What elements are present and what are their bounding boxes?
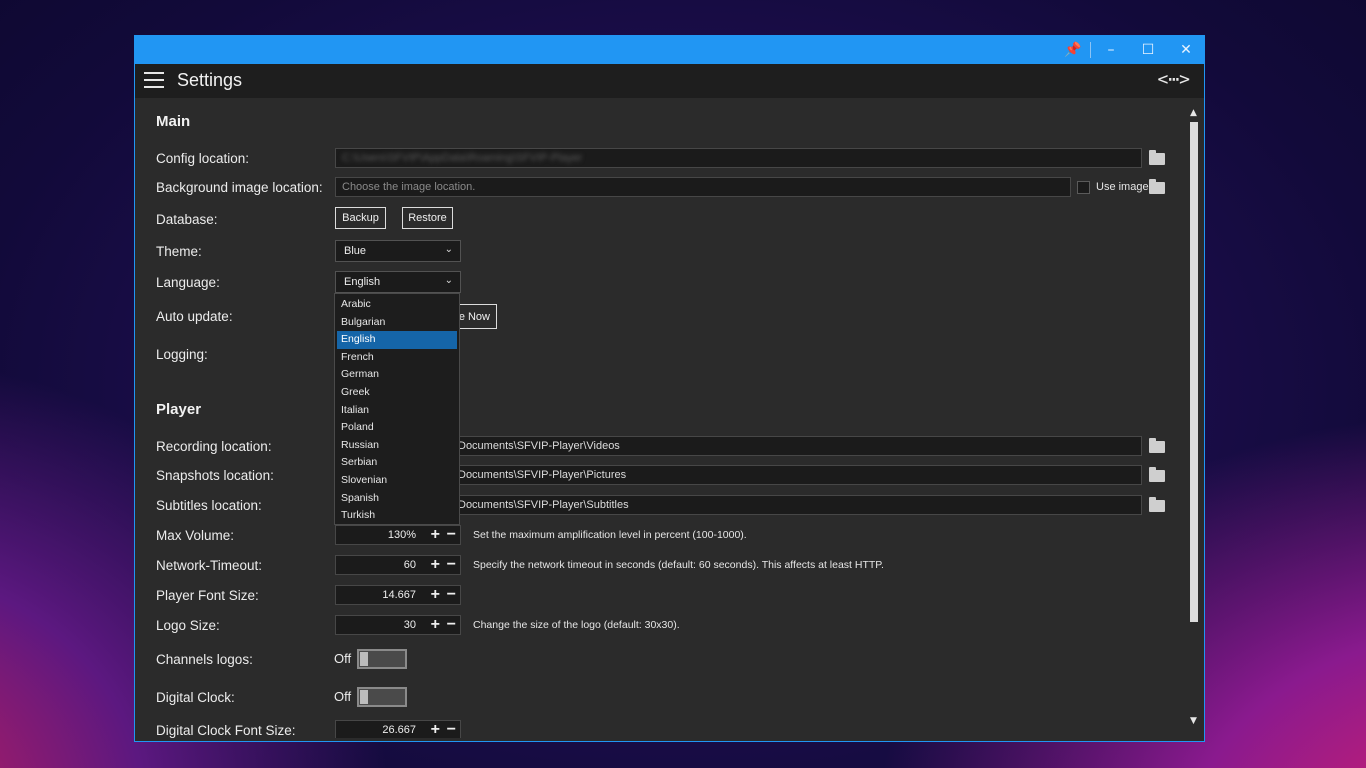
folder-icon[interactable]: [1149, 150, 1165, 165]
language-option[interactable]: Serbian: [337, 454, 457, 472]
plus-icon[interactable]: +: [431, 556, 440, 574]
scroll-up-arrow-icon[interactable]: ▲: [1190, 108, 1197, 118]
restore-button[interactable]: Restore: [402, 207, 453, 229]
player-font-size-label: Player Font Size:: [156, 588, 259, 603]
language-option[interactable]: French: [337, 349, 457, 367]
use-image-label: Use image: [1096, 181, 1149, 193]
language-option[interactable]: Greek: [337, 384, 457, 402]
language-option[interactable]: Poland: [337, 419, 457, 437]
use-image-checkbox[interactable]: [1077, 181, 1090, 194]
plus-icon[interactable]: +: [431, 526, 440, 544]
language-option-selected[interactable]: English: [337, 331, 457, 349]
digital-clock-state: Off: [334, 689, 352, 704]
language-label: Language:: [156, 275, 220, 290]
code-brackets-icon[interactable]: <⋯>: [1157, 69, 1190, 90]
title-bar: 📌 – ☐ ✕: [135, 36, 1204, 64]
subtitles-location-field[interactable]: Documents\SFVIP-Player\Subtitles: [453, 495, 1142, 515]
chevron-down-icon: ⌄: [444, 275, 453, 286]
background-image-label: Background image location:: [156, 180, 323, 195]
network-timeout-stepper[interactable]: 60 + −: [335, 555, 461, 575]
language-option[interactable]: Slovenian: [337, 472, 457, 490]
channels-logos-label: Channels logos:: [156, 652, 253, 667]
recording-location-label: Recording location:: [156, 439, 272, 454]
language-dropdown-list: Arabic Bulgarian English French German G…: [334, 293, 460, 525]
folder-icon[interactable]: [1149, 438, 1165, 453]
logo-size-hint: Change the size of the logo (default: 30…: [473, 619, 680, 631]
clock-font-size-stepper[interactable]: 26.667 + −: [335, 720, 461, 738]
maximize-icon[interactable]: ☐: [1130, 36, 1166, 64]
clock-font-size-label: Digital Clock Font Size:: [156, 723, 296, 738]
folder-icon[interactable]: [1149, 497, 1165, 512]
minimize-icon[interactable]: –: [1093, 36, 1129, 64]
snapshots-location-label: Snapshots location:: [156, 468, 274, 483]
channels-logos-toggle[interactable]: [357, 649, 407, 669]
config-location-label: Config location:: [156, 151, 250, 166]
theme-label: Theme:: [156, 244, 202, 259]
language-option[interactable]: Arabic: [337, 296, 457, 314]
max-volume-hint: Set the maximum amplification level in p…: [473, 529, 747, 541]
language-select[interactable]: English ⌄: [335, 271, 461, 293]
folder-icon[interactable]: [1149, 179, 1165, 194]
logo-size-label: Logo Size:: [156, 618, 220, 633]
hamburger-menu-icon[interactable]: [144, 72, 164, 89]
language-option[interactable]: Bulgarian: [337, 314, 457, 332]
plus-icon[interactable]: +: [431, 586, 440, 604]
settings-window: 📌 – ☐ ✕ Settings <⋯> Main Config locatio…: [134, 35, 1205, 742]
minus-icon[interactable]: −: [447, 586, 456, 604]
main-section-title: Main: [156, 113, 191, 130]
background-image-field[interactable]: Choose the image location.: [335, 177, 1071, 197]
recording-location-field[interactable]: Documents\SFVIP-Player\Videos: [453, 436, 1142, 456]
scrollbar-thumb[interactable]: [1190, 122, 1198, 622]
settings-content: Main Config location: C:\Users\SFVIP\App…: [135, 98, 1187, 738]
digital-clock-label: Digital Clock:: [156, 690, 235, 705]
subtitles-location-label: Subtitles location:: [156, 498, 262, 513]
logo-size-stepper[interactable]: 30 + −: [335, 615, 461, 635]
player-font-size-stepper[interactable]: 14.667 + −: [335, 585, 461, 605]
scroll-down-arrow-icon[interactable]: ▼: [1190, 716, 1197, 726]
vertical-scrollbar[interactable]: ▲ ▼: [1188, 108, 1200, 738]
player-section-title: Player: [156, 401, 202, 418]
backup-button[interactable]: Backup: [335, 207, 386, 229]
config-location-field[interactable]: C:\Users\SFVIP\AppData\Roaming\SFVIP-Pla…: [335, 148, 1142, 168]
language-option[interactable]: Turkish: [337, 507, 457, 525]
page-title: Settings: [177, 70, 243, 90]
max-volume-stepper[interactable]: 130% + −: [335, 525, 461, 545]
language-option[interactable]: Italian: [337, 402, 457, 420]
auto-update-label: Auto update:: [156, 309, 233, 324]
digital-clock-toggle[interactable]: [357, 687, 407, 707]
minus-icon[interactable]: −: [447, 556, 456, 574]
max-volume-label: Max Volume:: [156, 528, 235, 543]
snapshots-location-field[interactable]: Documents\SFVIP-Player\Pictures: [453, 465, 1142, 485]
minus-icon[interactable]: −: [447, 721, 456, 738]
chevron-down-icon: ⌄: [444, 244, 453, 255]
theme-select[interactable]: Blue ⌄: [335, 240, 461, 262]
network-timeout-hint: Specify the network timeout in seconds (…: [473, 559, 884, 571]
titlebar-separator: [1090, 42, 1091, 58]
plus-icon[interactable]: +: [431, 616, 440, 634]
close-icon[interactable]: ✕: [1168, 36, 1204, 64]
folder-icon[interactable]: [1149, 467, 1165, 482]
minus-icon[interactable]: −: [447, 616, 456, 634]
logging-label: Logging:: [156, 347, 208, 362]
language-option[interactable]: Spanish: [337, 490, 457, 508]
database-label: Database:: [156, 212, 218, 227]
channels-logos-state: Off: [334, 651, 352, 666]
app-header: Settings <⋯>: [135, 64, 1204, 98]
language-option[interactable]: Russian: [337, 437, 457, 455]
language-option[interactable]: German: [337, 366, 457, 384]
network-timeout-label: Network-Timeout:: [156, 558, 263, 573]
pin-icon[interactable]: 📌: [1055, 36, 1091, 64]
plus-icon[interactable]: +: [431, 721, 440, 738]
minus-icon[interactable]: −: [447, 526, 456, 544]
